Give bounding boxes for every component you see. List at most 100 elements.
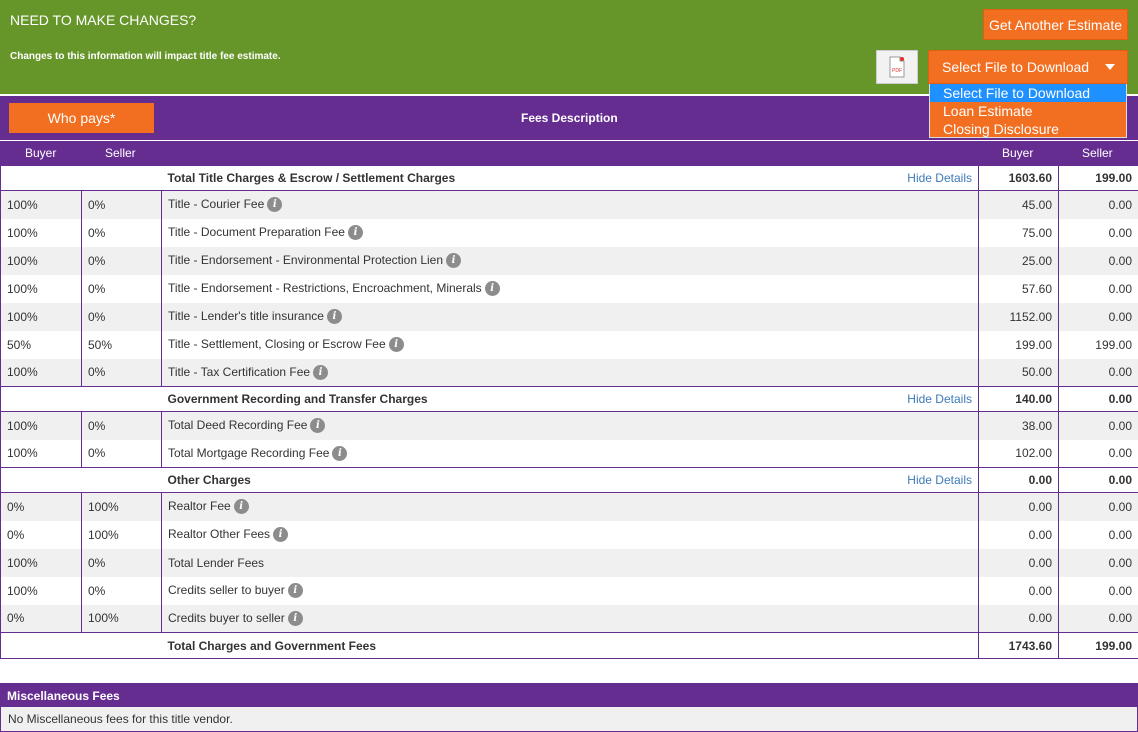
dropdown-option[interactable]: Loan Estimate	[930, 102, 1126, 120]
info-icon[interactable]: i	[446, 253, 462, 269]
banner-subtitle: Changes to this information will impact …	[10, 51, 281, 62]
dropdown-option[interactable]: Select File to Download	[930, 84, 1126, 102]
grand-total-seller: 199.00	[1058, 632, 1138, 659]
seller-amount: 0.00	[1058, 190, 1138, 219]
buyer-amount: 0.00	[978, 548, 1059, 577]
dropdown-option[interactable]: Closing Disclosure	[930, 120, 1126, 138]
seller-amount: 0.00	[1058, 520, 1138, 549]
seller-amount: 0.00	[1058, 358, 1138, 387]
fee-description-cell: Title - Settlement, Closing or Escrow Fe…	[161, 330, 979, 359]
buyer-percent: 0%	[0, 604, 82, 633]
pdf-icon-label: PDF	[892, 68, 902, 74]
fee-row: 100% 0% Total Deed Recording Fee i 38.00 0.00	[0, 411, 1138, 440]
fee-description-cell: Realtor Other Fees i	[161, 520, 979, 549]
who-pays-button[interactable]: Who pays*	[9, 103, 154, 133]
col-buyer-amount: Buyer	[1002, 146, 1034, 160]
info-icon[interactable]: i	[287, 610, 303, 626]
fee-row: 100% 0% Total Mortgage Recording Fee i 102.0…	[0, 439, 1138, 468]
info-icon[interactable]: i	[233, 499, 249, 515]
buyer-amount: 102.00	[978, 439, 1059, 468]
info-icon[interactable]: i	[347, 225, 363, 241]
hide-details-link[interactable]: Hide Details	[907, 171, 972, 185]
section-label: Total Title Charges & Escrow / Settlemen…	[168, 171, 973, 185]
seller-percent: 0%	[81, 190, 162, 219]
info-icon[interactable]: i	[313, 364, 329, 380]
fee-description: Credits buyer to seller	[168, 610, 285, 625]
seller-percent: 0%	[81, 358, 162, 387]
info-icon[interactable]: i	[332, 445, 348, 461]
section-header-row: Government Recording and Transfer Charge…	[0, 386, 1138, 412]
section-header-row: Other Charges Hide Details 0.00 0.00	[0, 467, 1138, 493]
seller-amount: 0.00	[1058, 439, 1138, 468]
buyer-percent: 100%	[0, 218, 82, 247]
select-file-dropdown[interactable]: Select File to Download	[928, 50, 1128, 84]
fee-row: 100% 0% Title - Tax Certification Fee i 50.0…	[0, 358, 1138, 387]
buyer-amount: 0.00	[978, 520, 1059, 549]
select-file-label: Select File to Download	[942, 59, 1090, 75]
fee-description-cell: Credits buyer to seller i	[161, 604, 979, 633]
get-another-estimate-button[interactable]: Get Another Estimate	[983, 9, 1128, 40]
section-empty-cell	[81, 386, 162, 412]
seller-percent: 100%	[81, 492, 162, 521]
buyer-amount: 0.00	[978, 604, 1059, 633]
section-title-cell: Other Charges Hide Details	[161, 467, 979, 493]
col-buyer-pct: Buyer	[25, 146, 57, 160]
fee-description: Title - Settlement, Closing or Escrow Fe…	[168, 336, 386, 351]
info-icon[interactable]: i	[267, 197, 283, 213]
seller-amount: 199.00	[1058, 330, 1138, 359]
fees-table: Total Title Charges & Escrow / Settlemen…	[0, 165, 1138, 659]
info-icon[interactable]: i	[287, 583, 303, 599]
fee-description: Credits seller to buyer	[168, 582, 285, 597]
pdf-download-button[interactable]: PDF	[876, 50, 918, 84]
section-title-cell: Total Title Charges & Escrow / Settlemen…	[161, 165, 979, 191]
column-headers: Buyer Seller Buyer Seller	[0, 141, 1138, 165]
info-icon[interactable]: i	[273, 527, 289, 543]
fee-description-cell: Title - Courier Fee i	[161, 190, 979, 219]
buyer-amount: 45.00	[978, 190, 1059, 219]
info-icon[interactable]: i	[484, 281, 500, 297]
info-icon[interactable]: i	[310, 418, 326, 434]
change-banner: NEED TO MAKE CHANGES? Changes to this in…	[0, 0, 1138, 94]
fee-description: Title - Tax Certification Fee	[168, 364, 311, 379]
section-title: Total Title Charges & Escrow / Settlemen…	[167, 171, 456, 185]
hide-details-link[interactable]: Hide Details	[907, 392, 972, 406]
fee-description: Title - Endorsement - Environmental Prot…	[168, 252, 444, 267]
fee-description: Title - Endorsement - Restrictions, Encr…	[168, 280, 482, 295]
buyer-percent: 100%	[0, 548, 82, 577]
fee-description: Realtor Fee	[168, 499, 231, 514]
seller-amount: 0.00	[1058, 302, 1138, 331]
info-icon[interactable]: i	[388, 337, 404, 353]
seller-percent: 100%	[81, 520, 162, 549]
seller-percent: 0%	[81, 246, 162, 275]
buyer-percent: 100%	[0, 439, 82, 468]
seller-amount: 0.00	[1058, 411, 1138, 440]
seller-amount: 0.00	[1058, 218, 1138, 247]
buyer-percent: 50%	[0, 330, 82, 359]
buyer-amount: 25.00	[978, 246, 1059, 275]
file-dropdown-menu: Select File to Download Loan Estimate Clos…	[929, 84, 1127, 138]
fee-description: Realtor Other Fees	[168, 526, 271, 541]
buyer-percent: 100%	[0, 190, 82, 219]
seller-percent: 0%	[81, 548, 162, 577]
section-empty-cell	[81, 467, 162, 493]
pdf-icon: PDF	[889, 56, 905, 78]
fee-description: Total Deed Recording Fee	[168, 418, 308, 433]
buyer-percent: 100%	[0, 274, 82, 303]
section-title-cell: Government Recording and Transfer Charge…	[161, 386, 979, 412]
grand-total-row: Total Charges and Government Fees 1743.60…	[0, 632, 1138, 659]
seller-percent: 50%	[81, 330, 162, 359]
buyer-percent: 100%	[0, 246, 82, 275]
fee-description-cell: Realtor Fee i	[161, 492, 979, 521]
col-seller-amount: Seller	[1082, 146, 1113, 160]
seller-amount: 0.00	[1058, 274, 1138, 303]
hide-details-link[interactable]: Hide Details	[907, 473, 972, 487]
fee-row: 100% 0% Title - Courier Fee i 45.00 0.00	[0, 190, 1138, 219]
seller-amount: 0.00	[1058, 576, 1138, 605]
seller-percent: 0%	[81, 576, 162, 605]
section-empty-cell	[81, 165, 162, 191]
fee-description-cell: Total Deed Recording Fee i	[161, 411, 979, 440]
info-icon[interactable]: i	[326, 309, 342, 325]
buyer-percent: 100%	[0, 576, 82, 605]
seller-amount: 0.00	[1058, 492, 1138, 521]
seller-percent: 0%	[81, 439, 162, 468]
